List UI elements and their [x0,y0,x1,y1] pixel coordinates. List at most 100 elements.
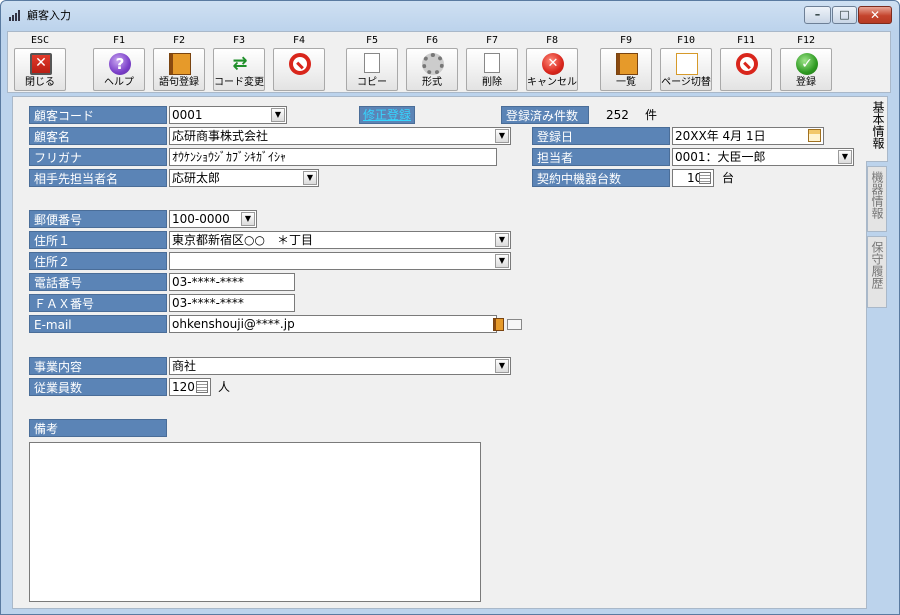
chevron-down-icon[interactable]: ▼ [495,359,509,373]
contact-person-field[interactable]: 応研太郎 ▼ [169,169,319,187]
button-label: キャンセル [527,77,577,88]
chevron-down-icon[interactable]: ▼ [303,171,317,185]
delete-doc-icon [484,53,500,73]
furigana-field[interactable]: ｵｳｹﾝｼｮｳｼﾞｶﾌﾞｼｷｶﾞｲｼｬ [169,148,497,166]
customer-name-label: 顧客名 [29,127,167,145]
format-button[interactable]: 形式 [406,48,458,91]
address-book-icon[interactable] [493,318,504,331]
email-field[interactable]: ohkenshouji@****.jp [169,315,497,333]
maximize-button[interactable]: □ [832,6,857,24]
toolbar-item-f12: F12 ✓ 登録 [780,35,832,91]
close-icon: ✕ [869,8,881,22]
code-change-button[interactable]: ⇄ コード変更 [213,48,265,91]
gear-icon [422,53,444,75]
toolbar-item-f1: F1 ? ヘルプ [93,35,145,91]
address2-field[interactable]: ▼ [169,252,511,270]
registered-count-label: 登録済み件数 [501,106,589,124]
help-icon: ? [109,53,131,75]
memo-label: 備考 [29,419,167,437]
toolbar-item-f10: F10 ページ切替 [660,35,712,91]
button-label: 削除 [482,77,502,88]
contracted-machines-field[interactable]: 10 [672,169,714,187]
customer-code-field[interactable]: 0001 ▼ [169,106,287,124]
check-icon: ✓ [796,53,818,75]
furigana-label: フリガナ [29,148,167,166]
list-button[interactable]: 一覧 [600,48,652,91]
function-key-label: F9 [619,35,633,46]
chevron-down-icon[interactable]: ▼ [241,212,255,226]
customer-name-field[interactable]: 応研商事株式会社 ▼ [169,127,511,145]
business-field[interactable]: 商社 ▼ [169,357,511,375]
button-label: 語句登録 [159,77,199,88]
registered-count-unit: 件 [645,108,658,122]
chevron-down-icon[interactable]: ▼ [495,129,509,143]
help-button[interactable]: ? ヘルプ [93,48,145,91]
registration-date-field[interactable]: 20XX年 4月 1日 [672,127,824,145]
tab-basic-info[interactable]: 基本情報 [866,96,888,162]
staff-label: 担当者 [532,148,670,166]
registration-date-label: 登録日 [532,127,670,145]
customer-name-value: 応研商事株式会社 [172,129,269,143]
close-form-button[interactable]: ✕ 閉じる [14,48,66,91]
minimize-button[interactable]: – [804,6,831,24]
page-switch-button[interactable]: ページ切替 [660,48,712,91]
book-icon [169,53,191,75]
business-value: 商社 [172,359,197,373]
fax-field[interactable]: 03-****-**** [169,294,295,312]
register-button[interactable]: ✓ 登録 [780,48,832,91]
f11-button[interactable] [720,48,772,91]
address1-value: 東京都新宿区○○ ＊丁目 [172,233,313,247]
postal-code-field[interactable]: 100-0000 ▼ [169,210,257,228]
contact-person-label: 相手先担当者名 [29,169,167,187]
phone-value: 03-****-**** [172,275,244,289]
title-bar: 顧客入力 – □ ✕ [1,1,899,27]
customer-entry-window: 顧客入力 – □ ✕ ESC ✕ 閉じる F1 ? ヘルプ F2 語句登録 F3… [0,0,900,615]
function-key-label: F7 [485,35,499,46]
toolbar-item-f7: F7 削除 [466,35,518,91]
fax-value: 03-****-**** [172,296,244,310]
chevron-down-icon[interactable]: ▼ [495,254,509,268]
shuffle-icon: ⇄ [232,53,248,74]
function-key-label: F2 [172,35,186,46]
minimize-icon: – [814,8,821,21]
cancel-button[interactable]: ✕ キャンセル [526,48,578,91]
registration-date-value: 20XX年 4月 1日 [675,129,766,143]
contact-person-value: 応研太郎 [172,171,221,185]
maximize-icon: □ [839,8,850,21]
employees-field[interactable]: 120 [169,378,211,396]
chevron-down-icon[interactable]: ▼ [495,233,509,247]
phrase-register-button[interactable]: 語句登録 [153,48,205,91]
tab-maintenance-history[interactable]: 保守履歴 [867,236,887,308]
calendar-icon[interactable] [808,129,821,142]
delete-button[interactable]: 削除 [466,48,518,91]
function-key-label: F3 [232,35,246,46]
staff-field[interactable]: 0001：大臣一郎 ▼ [672,148,854,166]
contracted-machines-label: 契約中機器台数 [532,169,670,187]
toolbar-item-esc: ESC ✕ 閉じる [14,35,66,91]
mail-icon[interactable] [507,319,522,330]
calculator-icon[interactable] [699,172,711,184]
toolbar-item-f5: F5 コピー [346,35,398,91]
chevron-down-icon[interactable]: ▼ [838,150,852,164]
chevron-down-icon[interactable]: ▼ [271,108,285,122]
memo-textarea[interactable] [29,442,481,602]
button-label: ページ切替 [661,77,711,88]
function-key-toolbar: ESC ✕ 閉じる F1 ? ヘルプ F2 語句登録 F3 ⇄ コード変更 F4… [7,31,891,93]
address1-field[interactable]: 東京都新宿区○○ ＊丁目 ▼ [169,231,511,249]
phone-field[interactable]: 03-****-**** [169,273,295,291]
toolbar-item-f9: F9 一覧 [600,35,652,91]
tab-equipment-info[interactable]: 機器情報 [867,166,887,232]
close-button[interactable]: ✕ [858,6,892,24]
postal-code-value: 100-0000 [172,212,230,226]
toolbar-item-f3: F3 ⇄ コード変更 [213,35,265,91]
address1-label: 住所１ [29,231,167,249]
toolbar-item-f8: F8 ✕ キャンセル [526,35,578,91]
customer-code-value: 0001 [172,108,203,122]
window-title: 顧客入力 [27,9,71,22]
cancel-icon: ✕ [542,53,564,75]
f4-button[interactable] [273,48,325,91]
calculator-icon[interactable] [196,381,208,393]
edit-mode-badge: 修正登録 [359,106,416,124]
copy-button[interactable]: コピー [346,48,398,91]
phone-label: 電話番号 [29,273,167,291]
